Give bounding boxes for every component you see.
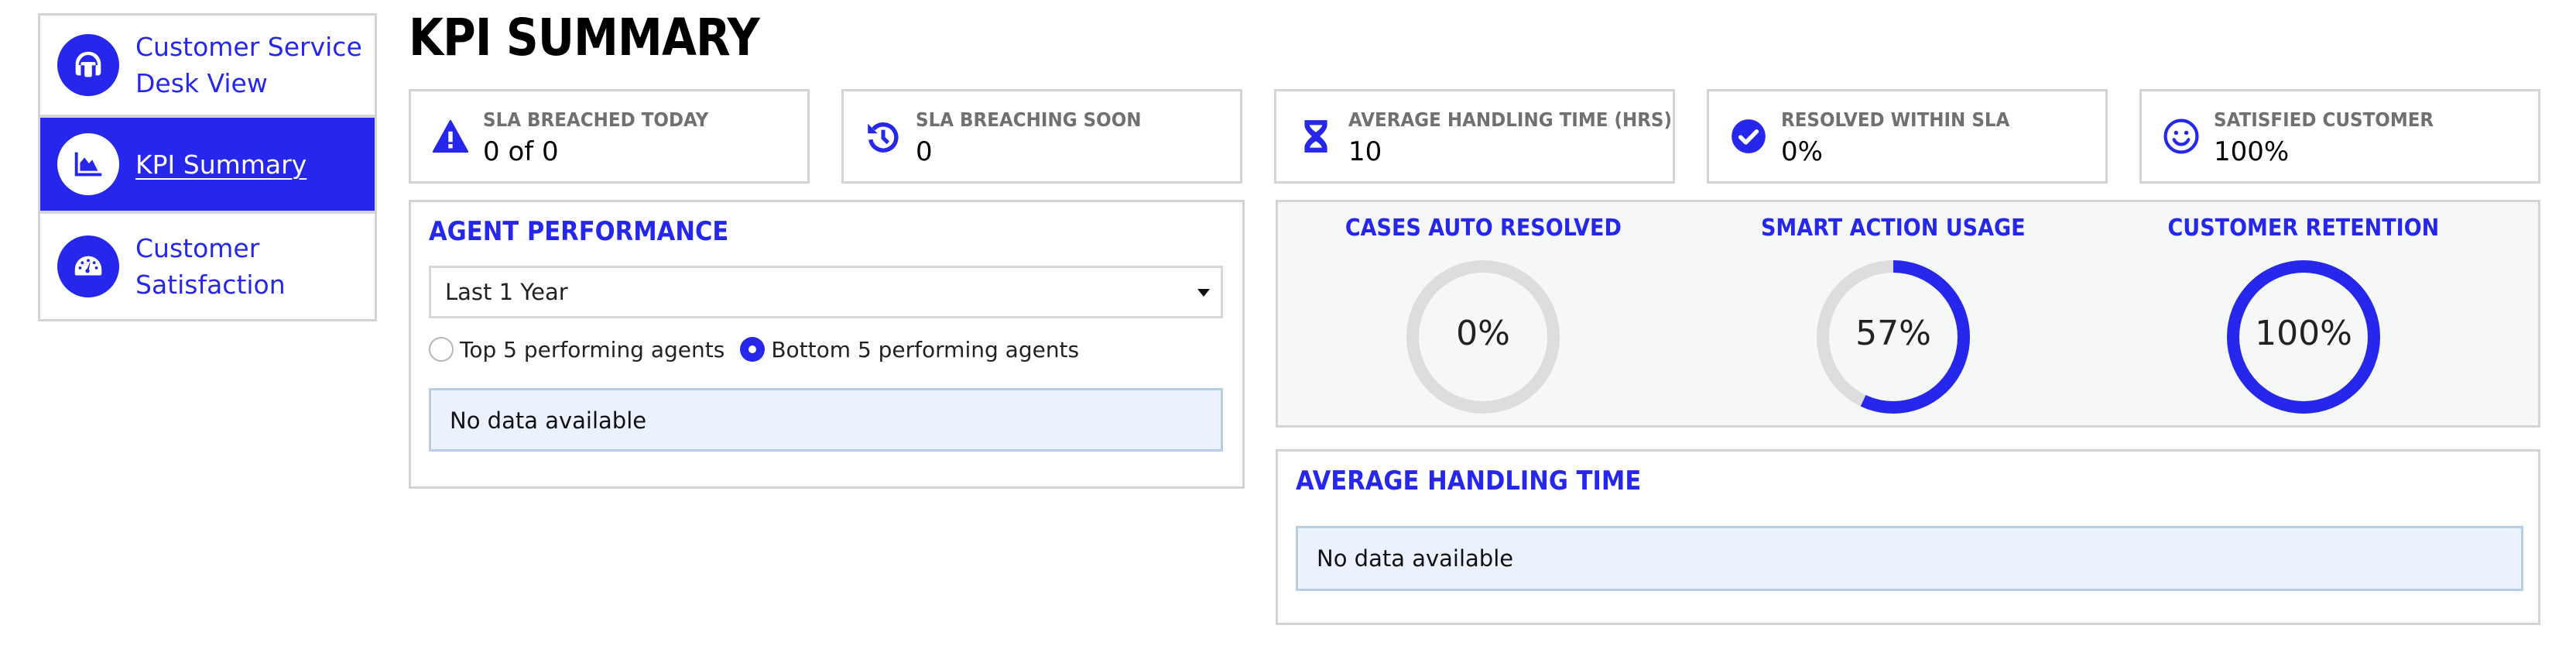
radio-bottom-5-agents[interactable]: Bottom 5 performing agents (740, 337, 1079, 363)
sidebar-item-label: Customer Service Desk View (135, 32, 362, 98)
no-data-text: No data available (450, 407, 647, 434)
radio-top-5-agents[interactable]: Top 5 performing agents (429, 337, 724, 363)
radio-label: Bottom 5 performing agents (771, 336, 1080, 363)
history-icon (868, 122, 899, 153)
sidebar-item-label: KPI Summary (135, 149, 307, 180)
kpi-rings-panel: CASES AUTO RESOLVED 0% SMART ACTION USAG… (1276, 200, 2540, 428)
kpi-label: SLA BREACHING SOON (916, 108, 1142, 131)
kpi-card-average-handling-time: AVERAGE HANDLING TIME (HRS) 10 (1274, 89, 1675, 184)
hourglass-icon (1304, 120, 1327, 153)
kpi-card-resolved-within-sla: RESOLVED WITHIN SLA 0% (1707, 89, 2108, 184)
chevron-down-icon (1197, 289, 1210, 297)
kpi-value: 0 of 0 (483, 136, 559, 167)
average-handling-time-title: AVERAGE HANDLING TIME (1296, 466, 1642, 497)
kpi-card-sla-breached-today: SLA BREACHED TODAY 0 of 0 (409, 89, 810, 184)
kpi-label: AVERAGE HANDLING TIME (HRS) (1348, 108, 1673, 131)
no-data-message: No data available (429, 388, 1223, 452)
sidebar-item-kpi-summary[interactable]: KPI Summary (40, 115, 375, 211)
agent-performance-title: AGENT PERFORMANCE (429, 216, 729, 247)
ring-value: 100% (2255, 314, 2352, 353)
kpi-value: 0% (1781, 136, 1823, 167)
no-data-text: No data available (1317, 545, 1514, 572)
ring-customer-retention: CUSTOMER RETENTION 100% (2098, 202, 2509, 425)
period-select-value: Last 1 Year (445, 279, 568, 305)
check-circle-icon (1732, 119, 1766, 153)
ring-title: CUSTOMER RETENTION (2167, 215, 2440, 242)
agent-performance-panel: AGENT PERFORMANCE Last 1 Year Top 5 perf… (409, 200, 1245, 489)
sidebar-nav: Customer Service Desk View KPI Summary C… (38, 13, 377, 321)
warning-icon (432, 119, 469, 153)
smiley-icon (2163, 119, 2199, 154)
ring-cases-auto-resolved: CASES AUTO RESOLVED 0% (1278, 202, 1688, 425)
ring-value: 57% (1855, 314, 1931, 353)
sidebar-item-customer-satisfaction[interactable]: Customer Satisfaction (40, 211, 375, 319)
ring-value: 0% (1456, 314, 1510, 353)
kpi-label: SATISFIED CUSTOMER (2214, 108, 2434, 131)
page-title: KPI SUMMARY (409, 8, 760, 67)
kpi-value: 10 (1348, 136, 1382, 167)
average-handling-time-panel: AVERAGE HANDLING TIME No data available (1276, 449, 2540, 625)
headset-icon (57, 34, 119, 96)
no-data-message: No data available (1296, 526, 2523, 591)
ring-title: CASES AUTO RESOLVED (1345, 215, 1622, 242)
area-chart-icon (57, 133, 119, 195)
ring-smart-action-usage: SMART ACTION USAGE 57% (1688, 202, 2098, 425)
agent-filter-radio-group: Top 5 performing agents Bottom 5 perform… (429, 335, 1094, 363)
radio-unchecked-icon[interactable] (429, 337, 454, 362)
ring-title: SMART ACTION USAGE (1761, 215, 2026, 242)
radio-label: Top 5 performing agents (460, 336, 725, 363)
kpi-value: 100% (2214, 136, 2290, 167)
kpi-value: 0 (916, 136, 933, 167)
sidebar-item-customer-service-desk-view[interactable]: Customer Service Desk View (40, 15, 375, 115)
period-select[interactable]: Last 1 Year (429, 266, 1223, 318)
kpi-card-sla-breaching-soon: SLA BREACHING SOON 0 (841, 89, 1242, 184)
radio-checked-icon[interactable] (740, 337, 766, 362)
speedometer-icon (57, 235, 119, 297)
kpi-label: RESOLVED WITHIN SLA (1781, 108, 2010, 131)
kpi-card-satisfied-customer: SATISFIED CUSTOMER 100% (2139, 89, 2540, 184)
kpi-label: SLA BREACHED TODAY (483, 108, 709, 131)
sidebar-item-label: Customer Satisfaction (135, 233, 286, 300)
